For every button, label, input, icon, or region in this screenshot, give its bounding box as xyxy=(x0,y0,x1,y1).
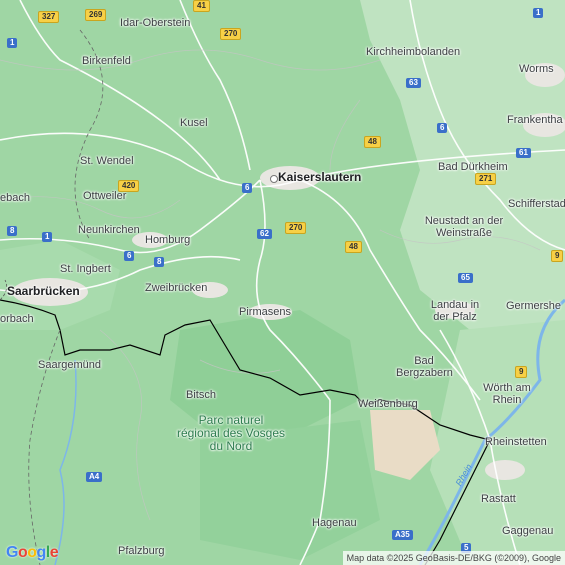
place-sarreguemines[interactable]: Saargemünd xyxy=(38,359,101,371)
place-bad-durkheim[interactable]: Bad Dürkheim xyxy=(438,161,508,173)
road-shield-6-east: 6 xyxy=(437,123,448,133)
logo-letter-1: G xyxy=(6,544,18,561)
place-landau[interactable]: Landau in der Pfalz xyxy=(423,299,487,323)
road-shield-1-topright: 1 xyxy=(533,8,544,18)
place-pirmasens[interactable]: Pirmasens xyxy=(239,306,291,318)
logo-letter-4: g xyxy=(36,544,47,561)
road-shield-48-south: 48 xyxy=(345,241,362,253)
road-shield-270-south: 270 xyxy=(285,222,307,234)
logo-letter-2: o xyxy=(17,544,28,561)
road-shield-65: 65 xyxy=(458,273,473,283)
place-bitsch[interactable]: Bitsch xyxy=(186,389,216,401)
place-rheinstetten[interactable]: Rheinstetten xyxy=(485,436,547,448)
road-shield-1-nw: 1 xyxy=(7,38,18,48)
place-rastatt[interactable]: Rastatt xyxy=(481,493,516,505)
place-hagenau[interactable]: Hagenau xyxy=(312,517,357,529)
road-shield-420: 420 xyxy=(118,180,140,192)
map-base-layer xyxy=(0,0,565,565)
road-shield-41: 41 xyxy=(193,0,210,12)
place-neustadt[interactable]: Neustadt an der Weinstraße xyxy=(420,215,508,239)
place-idar-oberstein[interactable]: Idar-Oberstein xyxy=(120,17,190,29)
road-shield-48-north: 48 xyxy=(364,136,381,148)
road-shield-327: 327 xyxy=(38,11,60,23)
road-shield-269: 269 xyxy=(85,9,107,21)
place-kirchheimbolanden[interactable]: Kirchheimbolanden xyxy=(366,46,460,58)
city-marker-kaiserslautern xyxy=(270,175,278,183)
place-neunkirchen[interactable]: Neunkirchen xyxy=(78,224,140,236)
place-st-ingbert[interactable]: St. Ingbert xyxy=(60,263,111,275)
place-frankenthal[interactable]: Frankentha xyxy=(507,114,563,126)
logo-letter-6: e xyxy=(49,544,59,561)
place-gaggenau[interactable]: Gaggenau xyxy=(502,525,553,537)
road-shield-270-north: 270 xyxy=(220,28,242,40)
place-schifferstadt[interactable]: Schifferstad xyxy=(508,198,565,210)
road-shield-8-zwei: 8 xyxy=(154,257,165,267)
road-shield-8-west: 8 xyxy=(7,226,18,236)
road-shield-62: 62 xyxy=(257,229,272,239)
road-shield-a4: A4 xyxy=(86,472,103,482)
place-kaiserslautern[interactable]: Kaiserslautern xyxy=(278,171,361,183)
park-label[interactable]: Parc naturel régional des Vosges du Nord xyxy=(176,414,286,453)
place-saarbrucken[interactable]: Saarbrücken xyxy=(7,285,80,297)
place-worth[interactable]: Wörth am Rhein xyxy=(479,382,535,406)
place-st-wendel[interactable]: St. Wendel xyxy=(80,155,134,167)
place-germersheim[interactable]: Germershe xyxy=(506,300,561,312)
road-shield-271: 271 xyxy=(475,173,497,185)
place-bad-bergzabern[interactable]: Bad Bergzabern xyxy=(396,355,453,379)
road-shield-1-west: 1 xyxy=(42,232,53,242)
place-pfalzburg[interactable]: Pfalzburg xyxy=(118,545,164,557)
road-shield-6-homburg: 6 xyxy=(124,251,135,261)
place-zweibrucken[interactable]: Zweibrücken xyxy=(145,282,207,294)
place-forbach[interactable]: orbach xyxy=(0,313,34,325)
place-birkenfeld[interactable]: Birkenfeld xyxy=(82,55,131,67)
google-logo[interactable]: Google xyxy=(6,544,59,562)
road-shield-61: 61 xyxy=(516,148,531,158)
place-homburg[interactable]: Homburg xyxy=(145,234,190,246)
map-canvas[interactable]: Idar-Oberstein Birkenfeld Kirchheimbolan… xyxy=(0,0,565,565)
place-kusel[interactable]: Kusel xyxy=(180,117,208,129)
road-shield-63: 63 xyxy=(406,78,421,88)
place-weissenburg[interactable]: Weißenburg xyxy=(358,398,418,410)
place-worms[interactable]: Worms xyxy=(519,63,554,75)
map-attribution[interactable]: Map data ©2025 GeoBasis-DE/BKG (©2009), … xyxy=(342,551,565,565)
logo-letter-3: o xyxy=(27,544,37,561)
road-shield-9-ne: 9 xyxy=(551,250,564,262)
road-shield-a35: A35 xyxy=(392,530,413,540)
place-ebach[interactable]: ebach xyxy=(0,192,30,204)
road-shield-9-se: 9 xyxy=(515,366,528,378)
road-shield-6-kl: 6 xyxy=(242,183,253,193)
